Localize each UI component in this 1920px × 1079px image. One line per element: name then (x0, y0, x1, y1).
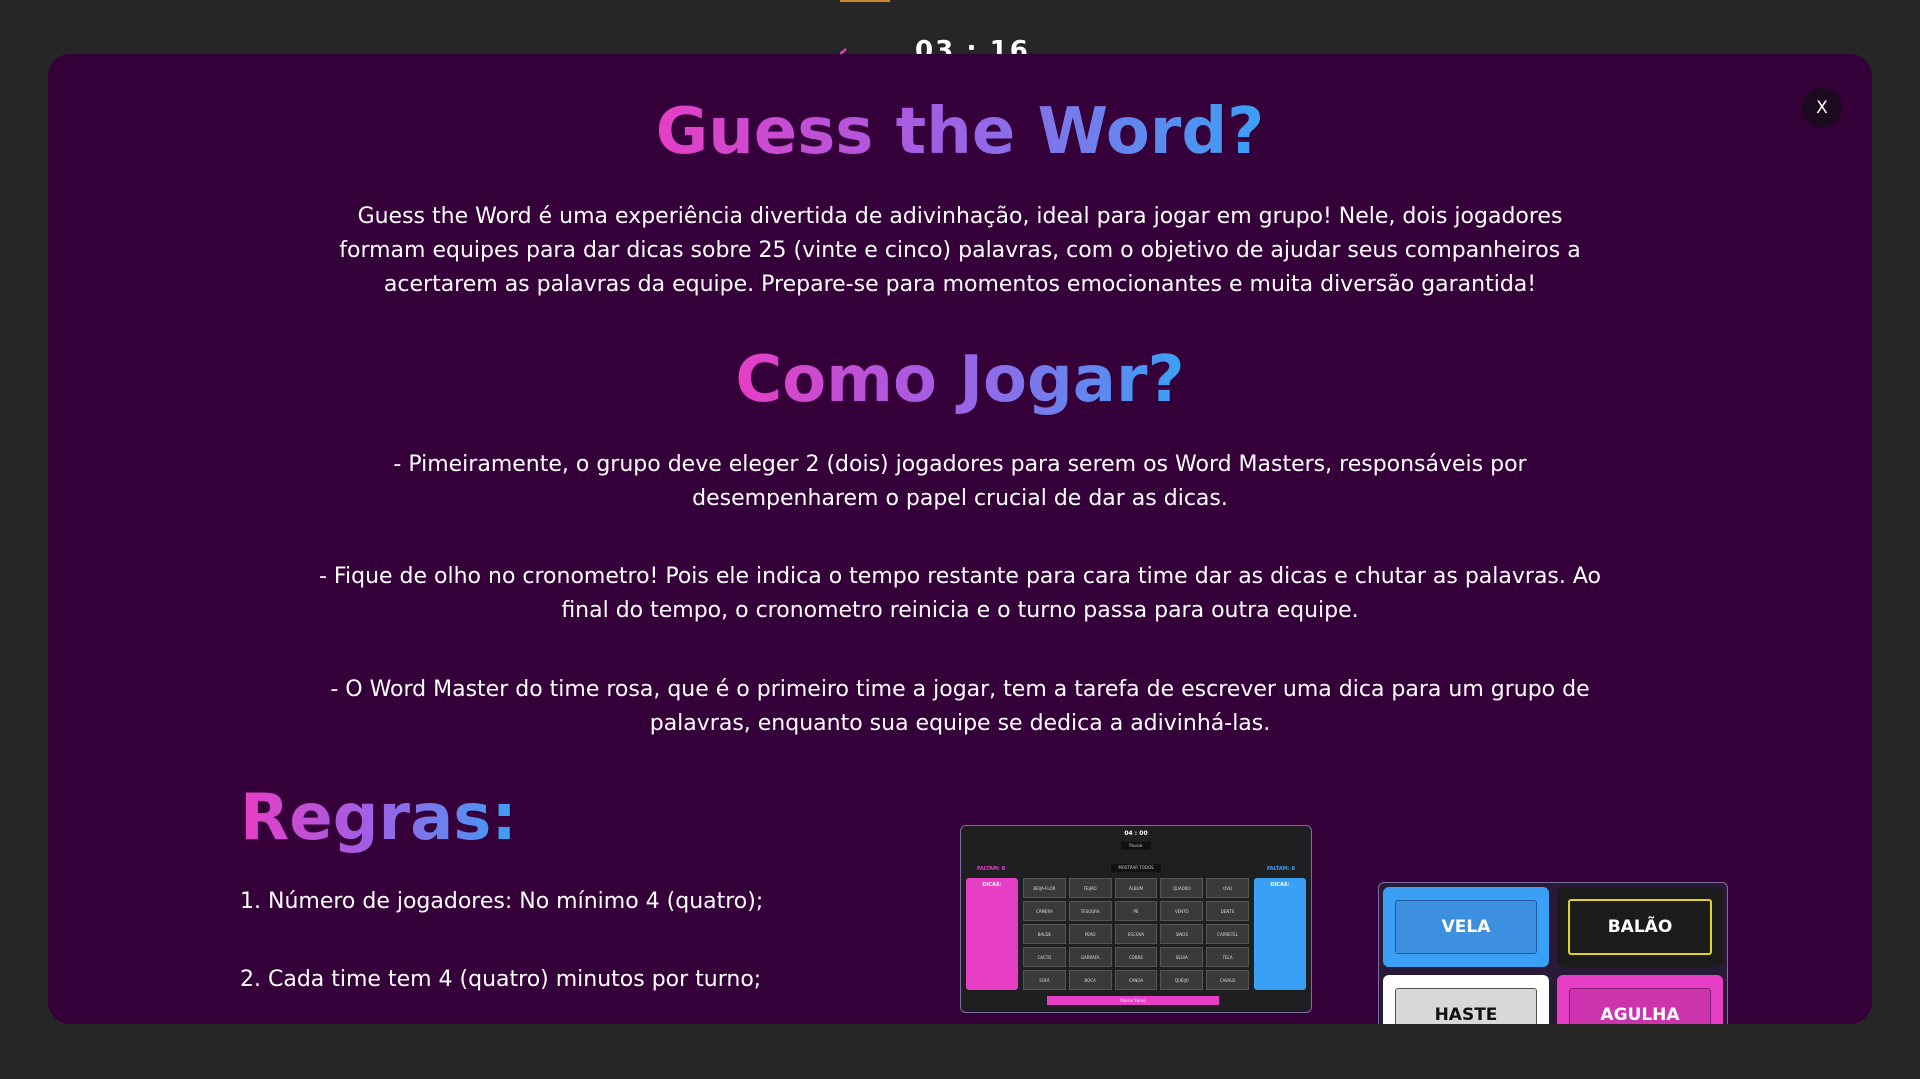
rules-title: Regras: (240, 776, 517, 860)
rule-2: 2. Cada time tem 4 (quatro) minutos por … (240, 967, 762, 992)
preview-blue-hints-label: DICAS: (1270, 882, 1290, 888)
how-to-title: Como Jogar? (735, 340, 1184, 420)
intro-text: Guess the Word é uma experiência diverti… (339, 204, 1581, 297)
how-to-title-wrap: Como Jogar? (48, 340, 1872, 420)
preview-word-cell: DENTE (1206, 901, 1249, 921)
preview-timer: 04 : 00 (1124, 830, 1148, 837)
preview-word-cell: CAVALO (1206, 970, 1249, 990)
preview-word-cell: SOFÁ (1023, 970, 1066, 990)
preview-card-label: AGULHA (1569, 988, 1711, 1024)
preview-show-all-button: MOSTRAR TODOS (1111, 864, 1161, 872)
preview-word-cell: OVO (1206, 878, 1249, 898)
rules-title-wrap: Regras: (240, 776, 517, 860)
preview-word-cell: CANOA (1114, 970, 1158, 990)
preview-right-remaining: FALTAM: 8 (1266, 866, 1295, 872)
preview-word-cell: TESOURA (1068, 901, 1112, 921)
preview-word-cell: SELVA (1160, 947, 1204, 967)
preview-card-label: BALÃO (1568, 899, 1712, 955)
preview-word-cell: CÂMERA (1023, 901, 1066, 921)
preview-card-white: HASTE (1383, 975, 1549, 1024)
preview-word-grid: BEIJA-FLOR FEIJÃO ÁLBUM QUADRO OVO CÂMERA TESO… (1023, 878, 1249, 990)
top-progress-bar (840, 0, 890, 2)
preview-word-cell: CACTO (1023, 947, 1066, 967)
rule-1: 1. Número de jogadores: No mínimo 4 (qua… (240, 889, 764, 914)
preview-word-cell: BEIJA-FLOR (1023, 878, 1066, 898)
preview-word-cell: PÉ (1114, 901, 1158, 921)
preview-card-black: BALÃO (1557, 887, 1723, 967)
preview-word-cell: PEÃO (1068, 924, 1112, 944)
preview-pink-hints-label: DICAS: (982, 882, 1002, 888)
preview-word-cell: CARRETEL (1206, 924, 1249, 944)
preview-card-pink: AGULHA (1557, 975, 1723, 1024)
preview-word-cell: COBRE (1114, 947, 1158, 967)
preview-blue-hints-panel: DICAS: (1254, 878, 1306, 990)
preview-word-cell: QUADRO (1160, 878, 1204, 898)
how-to-step-2: - Fique de olho no cronometro! Pois ele … (319, 564, 1601, 623)
preview-word-cell: FEIJÃO (1068, 878, 1112, 898)
preview-card-label: HASTE (1395, 988, 1537, 1024)
preview-pause-button: Pausar (1121, 842, 1151, 850)
preview-left-remaining: FALTAM: 8 (977, 866, 1006, 872)
preview-word-cell: QUEIJO (1160, 970, 1204, 990)
preview-word-cell: GARRAFA (1068, 947, 1112, 967)
preview-word-cell: ÁLBUM (1114, 878, 1158, 898)
preview-word-cell: VENTO (1160, 901, 1204, 921)
game-board-preview: 04 : 00 Pausar MOSTRAR TODOS FALTAM: 8 F… (960, 825, 1312, 1013)
how-to-play-modal: X Guess the Word? Guess the Word é uma e… (48, 54, 1872, 1024)
modal-title-wrap: Guess the Word? (48, 92, 1872, 172)
how-to-step-3: - O Word Master do time rosa, que é o pr… (330, 677, 1590, 736)
how-to-step-1: - Pimeiramente, o grupo deve eleger 2 (d… (393, 452, 1527, 511)
preview-word-cell: SINOS (1160, 924, 1204, 944)
preview-word-cell: ESCOVA (1114, 924, 1158, 944)
preview-pass-turn-button: Passar Turno (1047, 996, 1219, 1005)
preview-pink-hints-panel: DICAS: (966, 878, 1018, 990)
modal-title: Guess the Word? (656, 92, 1265, 172)
preview-word-cell: BALDE (1023, 924, 1066, 944)
preview-card-blue: VELA (1383, 887, 1549, 967)
preview-word-cell: BOCA (1068, 970, 1112, 990)
cards-preview: VELA BALÃO HASTE AGULHA (1378, 882, 1728, 1024)
preview-card-label: VELA (1395, 900, 1537, 954)
preview-word-cell: TELA (1206, 947, 1249, 967)
